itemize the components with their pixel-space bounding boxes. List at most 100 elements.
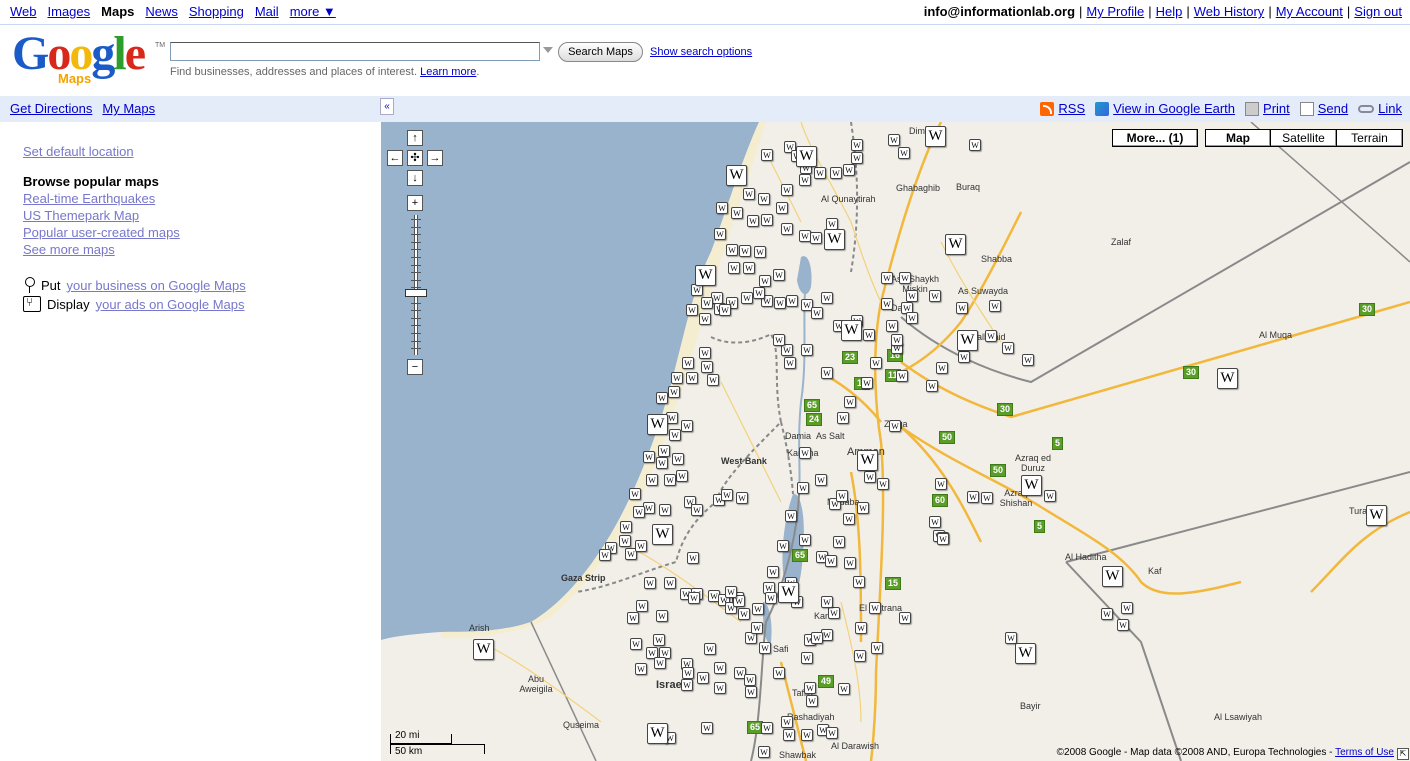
wikipedia-marker-icon[interactable]: W: [821, 292, 833, 304]
wikipedia-marker-icon[interactable]: W: [736, 492, 748, 504]
wikipedia-marker-icon[interactable]: W: [1021, 475, 1042, 496]
nav-news[interactable]: News: [145, 4, 178, 19]
zoom-slider-handle[interactable]: [405, 289, 427, 297]
google-maps-logo[interactable]: Google TM Maps: [12, 27, 165, 90]
wikipedia-marker-icon[interactable]: W: [644, 577, 656, 589]
map-type-terrain-button[interactable]: Terrain: [1336, 129, 1403, 147]
wikipedia-marker-icon[interactable]: W: [630, 638, 642, 650]
wikipedia-marker-icon[interactable]: W: [936, 362, 948, 374]
wikipedia-marker-icon[interactable]: W: [871, 642, 883, 654]
us-themepark-map-link[interactable]: US Themepark Map: [23, 208, 139, 223]
real-time-earthquakes-link[interactable]: Real-time Earthquakes: [23, 191, 155, 206]
map-type-satellite-button[interactable]: Satellite: [1270, 129, 1337, 147]
wikipedia-marker-icon[interactable]: W: [828, 607, 840, 619]
wikipedia-marker-icon[interactable]: W: [719, 304, 731, 316]
wikipedia-marker-icon[interactable]: W: [836, 490, 848, 502]
wikipedia-marker-icon[interactable]: W: [881, 272, 893, 284]
wikipedia-marker-icon[interactable]: W: [1121, 602, 1133, 614]
wikipedia-marker-icon[interactable]: W: [806, 695, 818, 707]
wikipedia-marker-icon[interactable]: W: [653, 634, 665, 646]
wikipedia-marker-icon[interactable]: W: [1117, 619, 1129, 631]
wikipedia-marker-icon[interactable]: W: [957, 330, 978, 351]
wikipedia-marker-icon[interactable]: W: [754, 246, 766, 258]
send-link[interactable]: Send: [1318, 101, 1348, 116]
wikipedia-marker-icon[interactable]: W: [877, 478, 889, 490]
wikipedia-marker-icon[interactable]: W: [863, 329, 875, 341]
my-profile-link[interactable]: My Profile: [1086, 4, 1144, 19]
pan-up-button[interactable]: ↑: [407, 130, 423, 146]
wikipedia-marker-icon[interactable]: W: [635, 663, 647, 675]
link-link[interactable]: Link: [1378, 101, 1402, 116]
wikipedia-marker-icon[interactable]: W: [643, 451, 655, 463]
ads-on-maps-link[interactable]: your ads on Google Maps: [96, 297, 245, 312]
wikipedia-marker-icon[interactable]: W: [620, 521, 632, 533]
collapse-sidebar-button[interactable]: «: [380, 98, 394, 115]
wikipedia-marker-icon[interactable]: W: [886, 320, 898, 332]
wikipedia-marker-icon[interactable]: W: [739, 245, 751, 257]
wikipedia-marker-icon[interactable]: W: [821, 596, 833, 608]
wikipedia-marker-icon[interactable]: W: [870, 357, 882, 369]
wikipedia-marker-icon[interactable]: W: [688, 592, 700, 604]
wikipedia-marker-icon[interactable]: W: [778, 582, 799, 603]
wikipedia-marker-icon[interactable]: W: [899, 272, 911, 284]
wikipedia-marker-icon[interactable]: W: [881, 298, 893, 310]
wikipedia-marker-icon[interactable]: W: [785, 510, 797, 522]
wikipedia-marker-icon[interactable]: W: [652, 524, 673, 545]
wikipedia-marker-icon[interactable]: W: [891, 334, 903, 346]
web-history-link[interactable]: Web History: [1194, 4, 1265, 19]
see-more-maps-link[interactable]: See more maps: [23, 242, 115, 257]
wikipedia-marker-icon[interactable]: W: [699, 347, 711, 359]
get-directions-link[interactable]: Get Directions: [10, 101, 92, 116]
wikipedia-marker-icon[interactable]: W: [925, 126, 946, 147]
wikipedia-marker-icon[interactable]: W: [773, 667, 785, 679]
wikipedia-marker-icon[interactable]: W: [783, 729, 795, 741]
wikipedia-marker-icon[interactable]: W: [672, 453, 684, 465]
wikipedia-marker-icon[interactable]: W: [781, 223, 793, 235]
terms-of-use-link[interactable]: Terms of Use: [1335, 747, 1394, 758]
map-canvas[interactable]: Dimashq Ghabaghib Buraq Al Qunaytirah Za…: [381, 122, 1410, 761]
wikipedia-marker-icon[interactable]: W: [814, 167, 826, 179]
wikipedia-marker-icon[interactable]: W: [774, 297, 786, 309]
wikipedia-marker-icon[interactable]: W: [682, 357, 694, 369]
wikipedia-marker-icon[interactable]: W: [945, 234, 966, 255]
wikipedia-marker-icon[interactable]: W: [810, 232, 822, 244]
wikipedia-marker-icon[interactable]: W: [669, 429, 681, 441]
wikipedia-marker-icon[interactable]: W: [853, 576, 865, 588]
wikipedia-marker-icon[interactable]: W: [691, 504, 703, 516]
wikipedia-marker-icon[interactable]: W: [686, 304, 698, 316]
wikipedia-marker-icon[interactable]: W: [786, 295, 798, 307]
business-on-maps-link[interactable]: your business on Google Maps: [67, 278, 246, 293]
wikipedia-marker-icon[interactable]: W: [714, 228, 726, 240]
pan-left-button[interactable]: ←: [387, 150, 403, 166]
wikipedia-marker-icon[interactable]: W: [844, 396, 856, 408]
wikipedia-marker-icon[interactable]: W: [744, 674, 756, 686]
wikipedia-marker-icon[interactable]: W: [937, 533, 949, 545]
wikipedia-marker-icon[interactable]: W: [926, 380, 938, 392]
resize-corner-icon[interactable]: ⇱: [1397, 748, 1409, 760]
wikipedia-marker-icon[interactable]: W: [857, 450, 878, 471]
wikipedia-marker-icon[interactable]: W: [1002, 342, 1014, 354]
wikipedia-marker-icon[interactable]: W: [1366, 505, 1387, 526]
wikipedia-marker-icon[interactable]: W: [701, 361, 713, 373]
nav-more[interactable]: more ▼: [290, 4, 336, 19]
wikipedia-marker-icon[interactable]: W: [697, 672, 709, 684]
nav-shopping[interactable]: Shopping: [189, 4, 244, 19]
set-default-location-link[interactable]: Set default location: [23, 144, 134, 159]
wikipedia-marker-icon[interactable]: W: [981, 492, 993, 504]
wikipedia-marker-icon[interactable]: W: [664, 474, 676, 486]
wikipedia-marker-icon[interactable]: W: [929, 290, 941, 302]
wikipedia-marker-icon[interactable]: W: [656, 457, 668, 469]
wikipedia-marker-icon[interactable]: W: [825, 555, 837, 567]
wikipedia-marker-icon[interactable]: W: [682, 667, 694, 679]
wikipedia-marker-icon[interactable]: W: [833, 536, 845, 548]
wikipedia-marker-icon[interactable]: W: [821, 367, 833, 379]
wikipedia-marker-icon[interactable]: W: [725, 586, 737, 598]
wikipedia-marker-icon[interactable]: W: [759, 642, 771, 654]
wikipedia-marker-icon[interactable]: W: [773, 269, 785, 281]
wikipedia-marker-icon[interactable]: W: [671, 372, 683, 384]
wikipedia-marker-icon[interactable]: W: [935, 478, 947, 490]
wikipedia-marker-icon[interactable]: W: [797, 482, 809, 494]
more-layers-button[interactable]: More... (1): [1112, 129, 1198, 147]
wikipedia-marker-icon[interactable]: W: [753, 287, 765, 299]
wikipedia-marker-icon[interactable]: W: [647, 414, 668, 435]
